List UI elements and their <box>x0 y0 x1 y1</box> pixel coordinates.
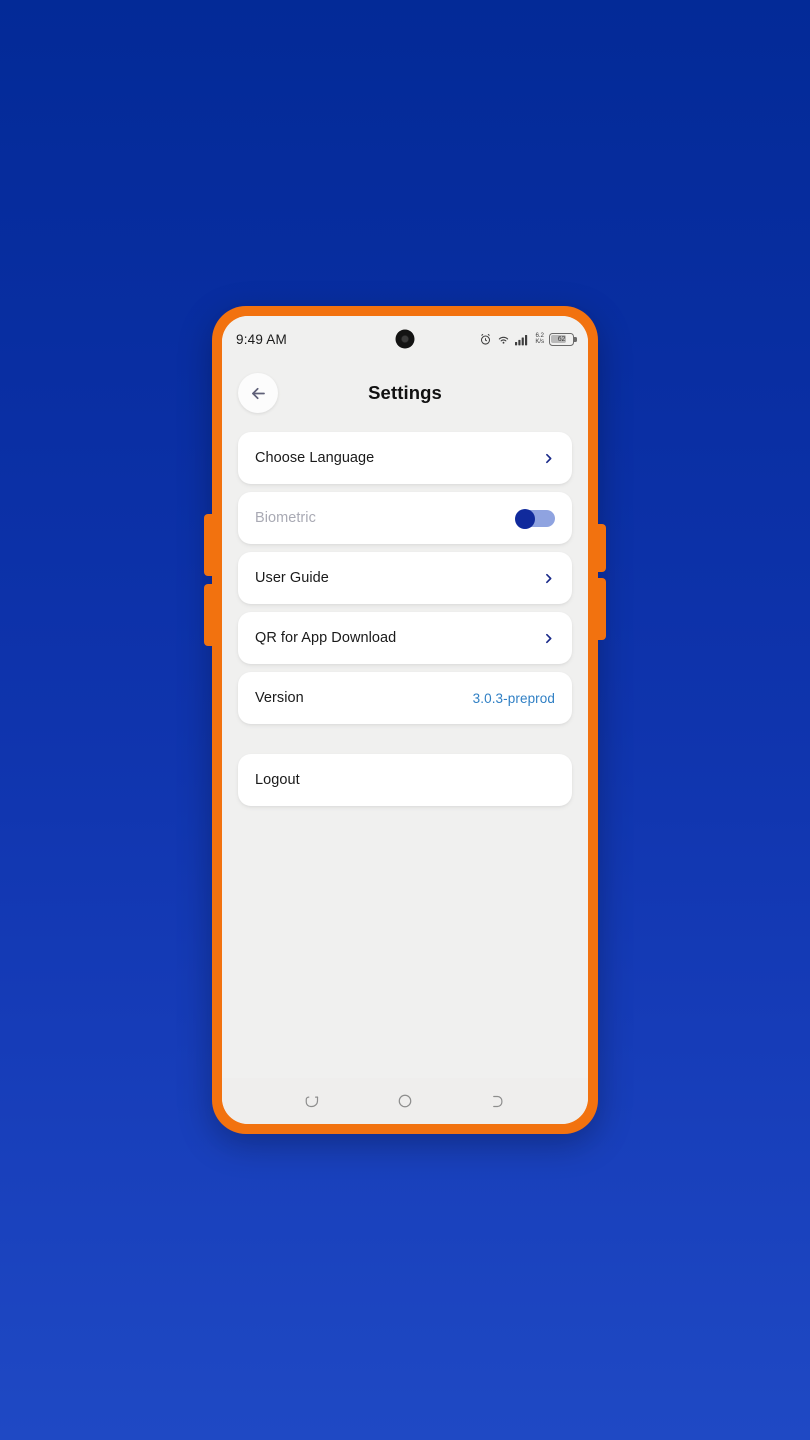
settings-row-qr-for-app-download[interactable]: QR for App Download <box>238 612 572 664</box>
settings-row-label: Biometric <box>255 510 316 526</box>
side-button[interactable] <box>597 578 606 640</box>
back-button[interactable] <box>238 373 278 413</box>
status-bar-clock: 9:49 AM <box>236 331 287 347</box>
phone-device: 9:49 AM 6.2 K/s 62 Settings Choose Langu… <box>204 306 606 1134</box>
chevron-right-icon[interactable] <box>542 452 555 465</box>
toggle-knob <box>515 508 535 529</box>
front-camera-icon <box>395 329 415 349</box>
cellular-signal-icon <box>515 334 528 345</box>
settings-row-label: Choose Language <box>255 450 375 466</box>
volume-up-button[interactable] <box>204 514 213 576</box>
settings-row-version: Version 3.0.3-preprod <box>238 672 572 724</box>
settings-list: Choose Language Biometric User Guide QR … <box>222 424 588 1078</box>
settings-row-label: QR for App Download <box>255 630 397 646</box>
app-bar: Settings <box>222 362 588 424</box>
power-button[interactable] <box>597 524 606 572</box>
settings-row-accessory: 3.0.3-preprod <box>473 691 555 706</box>
settings-row-accessory <box>515 508 555 529</box>
back-nav-button[interactable] <box>483 1086 513 1116</box>
battery-icon: 62 <box>549 332 577 346</box>
settings-row-label: Logout <box>255 772 300 788</box>
status-bar-icons: 6.2 K/s 62 <box>479 332 577 346</box>
network-speed-indicator: 6.2 K/s <box>535 332 544 346</box>
settings-row-choose-language[interactable]: Choose Language <box>238 432 572 484</box>
android-navigation-bar <box>222 1078 588 1124</box>
biometric-toggle[interactable] <box>515 508 555 529</box>
recents-icon <box>305 1096 318 1107</box>
recents-button[interactable] <box>297 1086 327 1116</box>
battery-percent-label: 62 <box>557 335 566 343</box>
network-speed-unit: K/s <box>535 338 544 345</box>
home-button[interactable] <box>390 1086 420 1116</box>
settings-row-user-guide[interactable]: User Guide <box>238 552 572 604</box>
volume-down-button[interactable] <box>204 584 213 646</box>
wifi-icon <box>499 336 509 344</box>
back-arc-icon <box>493 1095 503 1107</box>
version-value: 3.0.3-preprod <box>472 690 555 706</box>
settings-row-accessory <box>542 572 555 585</box>
arrow-left-icon <box>251 387 265 399</box>
settings-row-label: Version <box>255 690 304 706</box>
settings-row-accessory <box>542 452 555 465</box>
settings-row-logout[interactable]: Logout <box>238 754 572 806</box>
settings-row-biometric[interactable]: Biometric <box>238 492 572 544</box>
settings-row-label: User Guide <box>255 570 329 586</box>
phone-screen: 9:49 AM 6.2 K/s 62 Settings Choose Langu… <box>222 316 588 1124</box>
home-circle-icon <box>398 1094 412 1108</box>
chevron-right-icon[interactable] <box>542 572 555 585</box>
settings-row-accessory <box>542 632 555 645</box>
chevron-right-icon[interactable] <box>542 632 555 645</box>
status-bar: 9:49 AM 6.2 K/s 62 <box>222 316 588 362</box>
alarm-clock-icon <box>481 333 491 345</box>
